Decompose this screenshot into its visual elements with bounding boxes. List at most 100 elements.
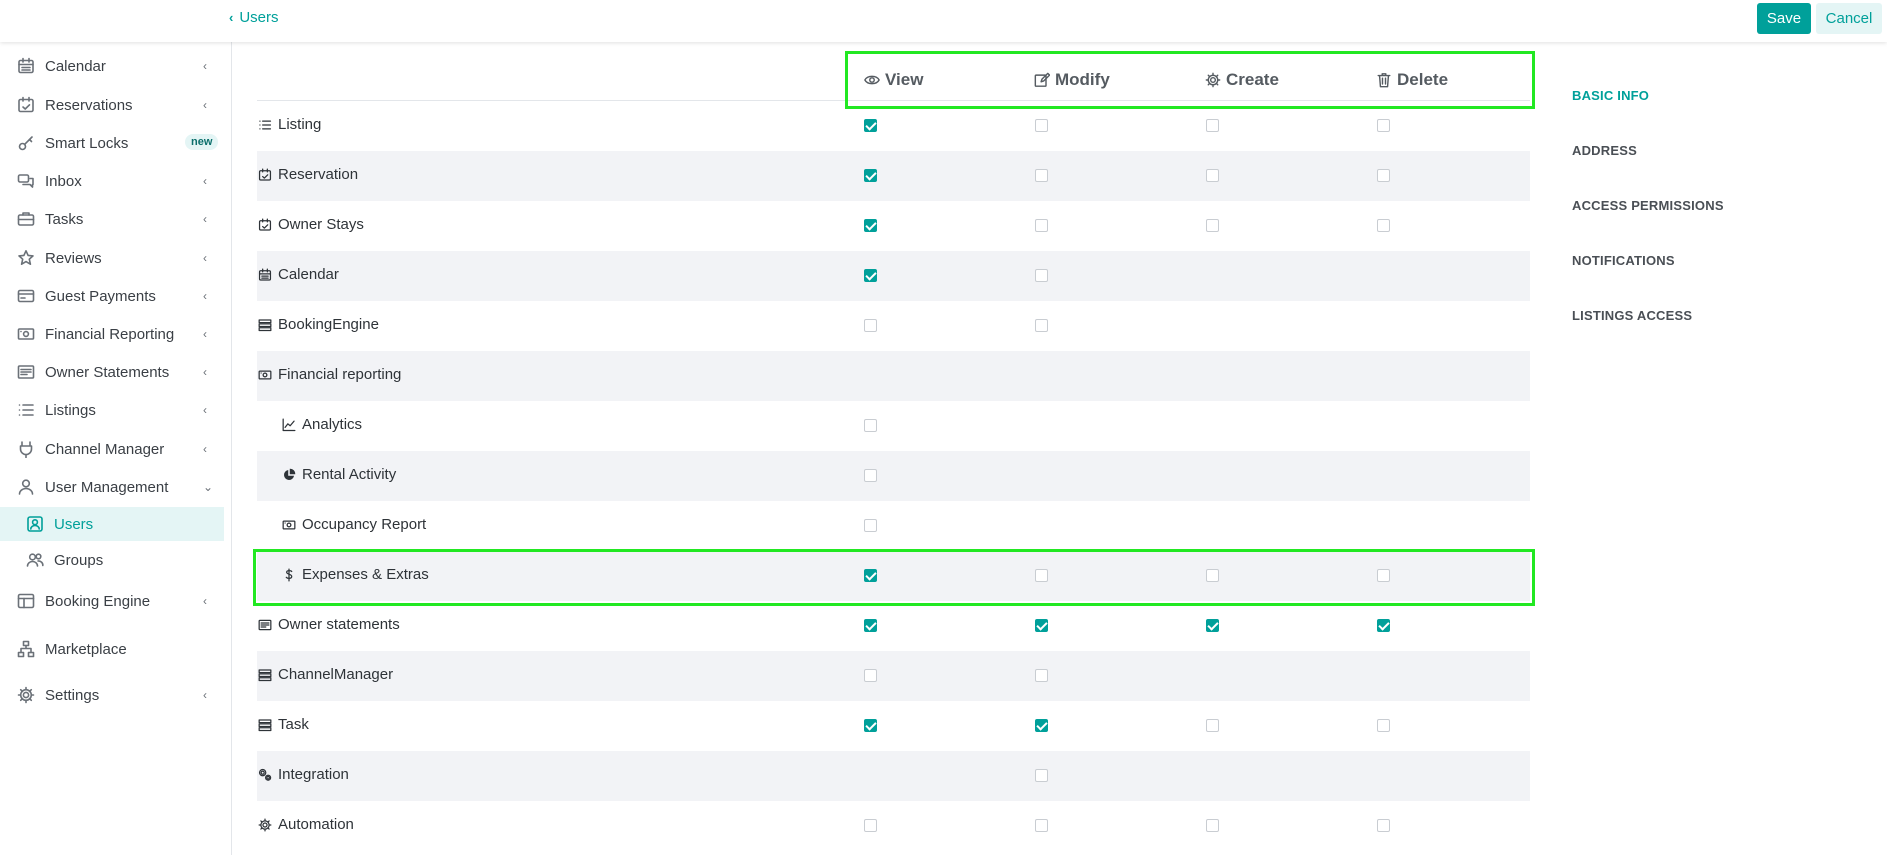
view-checkbox[interactable] [864, 419, 877, 432]
delete-checkbox[interactable] [1377, 569, 1390, 582]
modify-checkbox[interactable] [1035, 119, 1048, 132]
sidebar-item-tasks[interactable]: Tasks ‹ [0, 201, 231, 237]
save-button[interactable]: Save [1757, 3, 1811, 34]
view-checkbox[interactable] [864, 819, 877, 832]
view-checkbox[interactable] [864, 619, 877, 632]
calendar-check-icon [258, 168, 272, 182]
view-checkbox[interactable] [864, 169, 877, 182]
key-icon [17, 134, 35, 152]
permission-row-label: ChannelManager [258, 666, 393, 683]
modify-checkbox[interactable] [1035, 269, 1048, 282]
create-checkbox[interactable] [1206, 169, 1219, 182]
statement-icon [258, 618, 272, 632]
sidebar-item-calendar[interactable]: Calendar ‹ [0, 48, 231, 84]
view-checkbox[interactable] [864, 519, 877, 532]
permissions-table: View Modify Create Delete Listing Reservation… [257, 42, 1530, 855]
modify-checkbox[interactable] [1035, 619, 1048, 632]
view-checkbox[interactable] [864, 219, 877, 232]
delete-checkbox[interactable] [1377, 119, 1390, 132]
permission-row-analytics: Analytics [257, 401, 1530, 451]
modify-checkbox[interactable] [1035, 569, 1048, 582]
create-checkbox[interactable] [1206, 569, 1219, 582]
column-header-label: Create [1226, 70, 1279, 89]
create-checkbox[interactable] [1206, 119, 1219, 132]
view-checkbox[interactable] [864, 319, 877, 332]
column-header-label: Modify [1055, 70, 1110, 89]
permission-row-label: Owner statements [258, 616, 400, 633]
chevron-left-icon: ‹ [203, 688, 207, 702]
sidebar-subitem-users[interactable]: Users [0, 507, 224, 541]
view-checkbox[interactable] [864, 469, 877, 482]
sidebar-item-settings[interactable]: Settings ‹ [0, 677, 231, 713]
permission-row-automation: Automation [257, 801, 1530, 851]
layout-icon [17, 592, 35, 610]
sidebar-item-channel-manager[interactable]: Channel Manager ‹ [0, 431, 231, 467]
user-badge-icon [26, 515, 44, 533]
view-checkbox[interactable] [864, 719, 877, 732]
sidebar-item-reviews[interactable]: Reviews ‹ [0, 240, 231, 276]
permission-row-financial-reporting: Financial reporting [257, 351, 1530, 401]
sidebar-item-inbox[interactable]: Inbox ‹ [0, 163, 231, 199]
modify-checkbox[interactable] [1035, 169, 1048, 182]
sidebar-item-label: Reservations [45, 96, 133, 114]
permission-row-integration: Integration [257, 751, 1530, 801]
back-link[interactable]: ‹ Users [229, 9, 279, 26]
permission-name: Rental Activity [302, 466, 397, 483]
sidebar-item-user-management[interactable]: User Management ⌄ [0, 469, 231, 505]
create-checkbox[interactable] [1206, 619, 1219, 632]
sidebar-item-guest-payments[interactable]: Guest Payments ‹ [0, 278, 231, 314]
calendar-check-icon [17, 96, 35, 114]
column-header-label: Delete [1397, 70, 1449, 89]
permission-row-label: Occupancy Report [282, 516, 426, 533]
create-checkbox[interactable] [1206, 819, 1219, 832]
delete-checkbox[interactable] [1377, 719, 1390, 732]
permission-row-label: Owner Stays [258, 216, 364, 233]
delete-checkbox[interactable] [1377, 819, 1390, 832]
create-checkbox[interactable] [1206, 719, 1219, 732]
view-checkbox[interactable] [864, 269, 877, 282]
sidebar-subitem-groups[interactable]: Groups [0, 543, 224, 577]
modify-checkbox[interactable] [1035, 669, 1048, 682]
permission-row-owner-statements: Owner statements [257, 601, 1530, 651]
section-link-access-permissions[interactable]: ACCESS PERMISSIONS [1572, 198, 1724, 213]
gear-icon [258, 818, 272, 832]
sidebar-item-label: Tasks [45, 210, 84, 228]
chevron-left-icon: ‹ [203, 365, 207, 379]
view-checkbox[interactable] [864, 669, 877, 682]
modify-checkbox[interactable] [1035, 719, 1048, 732]
column-header-create: Create [1205, 70, 1279, 90]
column-header-delete: Delete [1376, 70, 1448, 90]
section-link-listings-access[interactable]: LISTINGS ACCESS [1572, 308, 1692, 323]
sidebar-item-smart-locks[interactable]: Smart Locks new [0, 125, 231, 161]
section-link-address[interactable]: ADDRESS [1572, 143, 1637, 158]
calendar-check-icon [258, 218, 272, 232]
permission-name: Task [278, 716, 309, 733]
sidebar-item-reservations[interactable]: Reservations ‹ [0, 87, 231, 123]
users-icon [26, 551, 44, 569]
eye-icon [864, 72, 880, 88]
section-link-basic-info[interactable]: BASIC INFO [1572, 88, 1649, 103]
calendar-icon [17, 57, 35, 75]
sidebar-item-owner-statements[interactable]: Owner Statements ‹ [0, 354, 231, 390]
chevron-left-icon: ‹ [203, 98, 207, 112]
modify-checkbox[interactable] [1035, 769, 1048, 782]
sidebar-item-marketplace[interactable]: Marketplace [0, 631, 231, 667]
sidebar-item-listings[interactable]: Listings ‹ [0, 392, 231, 428]
modify-checkbox[interactable] [1035, 819, 1048, 832]
delete-checkbox[interactable] [1377, 219, 1390, 232]
modify-checkbox[interactable] [1035, 319, 1048, 332]
view-checkbox[interactable] [864, 569, 877, 582]
delete-checkbox[interactable] [1377, 619, 1390, 632]
chevron-left-icon: ‹ [203, 594, 207, 608]
section-link-notifications[interactable]: NOTIFICATIONS [1572, 253, 1675, 268]
sidebar-item-booking-engine[interactable]: Booking Engine ‹ [0, 583, 231, 619]
modify-checkbox[interactable] [1035, 219, 1048, 232]
cancel-button[interactable]: Cancel [1816, 3, 1882, 34]
delete-checkbox[interactable] [1377, 169, 1390, 182]
view-checkbox[interactable] [864, 119, 877, 132]
permission-name: Expenses & Extras [302, 566, 429, 583]
permission-row-label: Financial reporting [258, 366, 401, 383]
permission-name: Integration [278, 766, 349, 783]
sidebar-item-financial-reporting[interactable]: Financial Reporting ‹ [0, 316, 231, 352]
create-checkbox[interactable] [1206, 219, 1219, 232]
